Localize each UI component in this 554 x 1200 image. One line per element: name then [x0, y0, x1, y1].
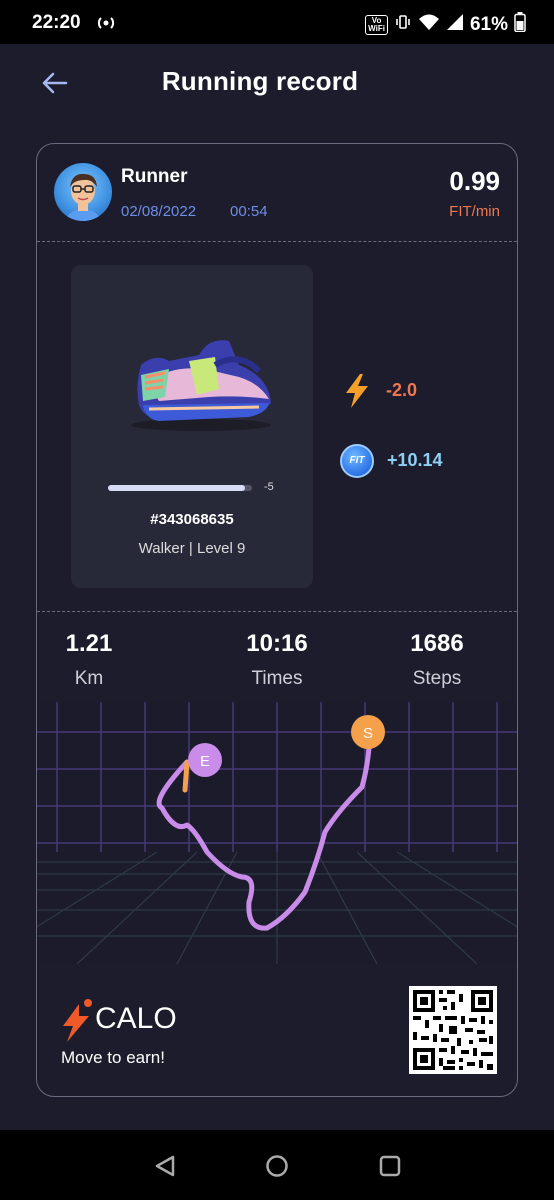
fit-earned: +10.14: [387, 450, 443, 470]
wifi-icon: [418, 13, 440, 37]
stat-distance-label: Km: [74, 668, 104, 689]
energy-change: -2.0: [386, 380, 418, 400]
vibrate-icon: [394, 13, 412, 37]
stat-steps-value: 1686: [410, 630, 464, 657]
stat-time-value: 10:16: [246, 630, 308, 657]
route-start-label: S: [363, 725, 373, 742]
fit-token-icon: FIT: [340, 444, 374, 478]
sneaker-image: [131, 340, 271, 431]
signal-icon: [446, 13, 464, 37]
system-nav-bar: [0, 1130, 554, 1200]
hotspot-icon: [95, 13, 117, 39]
status-time: 22:20: [32, 12, 81, 33]
running-record-card: Runner 02/08/2022 00:54 0.99 FIT/min -5 …: [36, 143, 518, 1097]
route-end-label: E: [200, 753, 210, 770]
status-bar: 22:20 Vo WiFi 61%: [0, 0, 554, 44]
nav-recents-icon[interactable]: [378, 1154, 402, 1178]
stat-distance: 1.21 Km: [37, 630, 159, 690]
qr-code: [409, 986, 497, 1074]
battery-percent: 61%: [469, 14, 508, 35]
avatar: [54, 163, 112, 221]
divider: [37, 611, 517, 612]
stat-distance-value: 1.21: [65, 630, 113, 657]
divider: [37, 241, 517, 242]
stat-steps-label: Steps: [412, 668, 462, 689]
earning-rate-value: 0.99: [449, 166, 500, 196]
sneaker-level: Walker | Level 9: [138, 540, 246, 557]
stat-time: 10:16 Times: [207, 630, 347, 690]
sneaker-id: #343068635: [150, 511, 234, 528]
nav-back-icon[interactable]: [153, 1154, 177, 1178]
tagline: Move to earn!: [61, 1048, 165, 1067]
vowifi-icon: Vo WiFi: [365, 15, 388, 35]
earning-rate-unit: FIT/min: [449, 203, 500, 220]
durability-fill: [108, 485, 245, 491]
durability-bar: [108, 485, 252, 491]
vowifi-bottom: WiFi: [368, 24, 385, 33]
calo-logo-text: CALO: [95, 1002, 177, 1035]
stat-time-label: Times: [251, 668, 303, 689]
stat-steps: 1686 Steps: [367, 630, 507, 690]
battery-icon: [514, 12, 526, 38]
record-time: 00:54: [230, 203, 268, 220]
calo-logo: CALO: [61, 996, 191, 1042]
route-map: S E: [37, 702, 517, 964]
durability-label: -5: [264, 481, 274, 493]
user-name: Runner: [121, 166, 188, 187]
sneaker-panel[interactable]: -5 #343068635 Walker | Level 9: [71, 265, 313, 588]
record-date: 02/08/2022: [121, 203, 197, 220]
page-title: Running record: [161, 66, 359, 96]
lightning-icon: [346, 374, 368, 408]
nav-home-icon[interactable]: [265, 1154, 289, 1178]
